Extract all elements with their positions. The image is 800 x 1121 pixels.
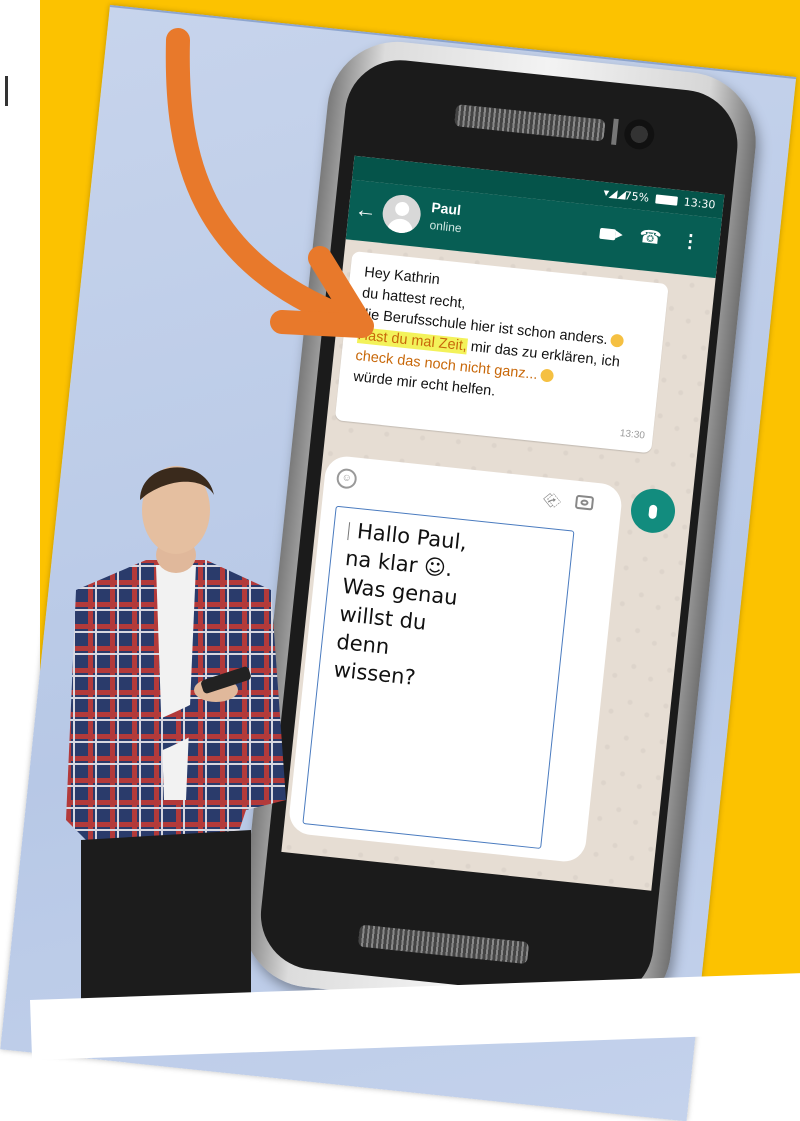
top-speaker-grille [454, 104, 606, 142]
contact-name[interactable]: Paul [431, 199, 462, 218]
phone-front: ▾◢◢ 75% 13:30 ← Paul online ☎ ⋮ Hey Kath… [255, 54, 743, 1005]
chat-screen: ▾◢◢ 75% 13:30 ← Paul online ☎ ⋮ Hey Kath… [281, 155, 725, 891]
edge-mark [5, 76, 8, 106]
back-arrow-icon[interactable]: ← [354, 196, 378, 224]
grinning-emoji-icon [610, 333, 625, 348]
incoming-message-bubble: Hey Kathrin du hattest recht, die Berufs… [334, 251, 669, 454]
front-camera [622, 117, 656, 151]
jeans [81, 830, 251, 1000]
status-text: 75% 13:30 [624, 189, 716, 211]
young-man-with-phone [66, 466, 286, 1000]
video-call-icon[interactable] [599, 227, 617, 241]
message-time: 13:30 [619, 427, 646, 442]
avatar-head [394, 201, 410, 217]
bottom-speaker-grille [357, 924, 530, 965]
sweat-smile-emoji-icon [539, 368, 555, 383]
emoji-picker-icon[interactable]: ☺ [335, 467, 358, 490]
message-input-area[interactable]: ☺ ⎘ Hallo Paul, na klar ☺. Was genau wil… [287, 454, 624, 864]
avatar-body [386, 217, 415, 235]
microphone-icon [648, 504, 658, 520]
status-time: 13:30 [683, 195, 716, 212]
signal-icon: ▾◢◢ [602, 186, 627, 202]
battery-icon [654, 194, 678, 206]
camera-icon[interactable] [574, 494, 595, 511]
paperclip-icon[interactable]: ⎘ [542, 490, 563, 512]
menu-dots-icon[interactable]: ⋮ [680, 230, 700, 253]
sensor [611, 118, 619, 145]
battery-percent: 75% [623, 189, 650, 205]
reply-text-box[interactable]: Hallo Paul, na klar ☺. Was genau willst … [302, 505, 575, 849]
contact-status: online [428, 217, 463, 236]
text-cursor [347, 522, 351, 541]
voice-call-icon[interactable]: ☎ [638, 226, 662, 249]
contact-avatar[interactable] [380, 193, 423, 235]
